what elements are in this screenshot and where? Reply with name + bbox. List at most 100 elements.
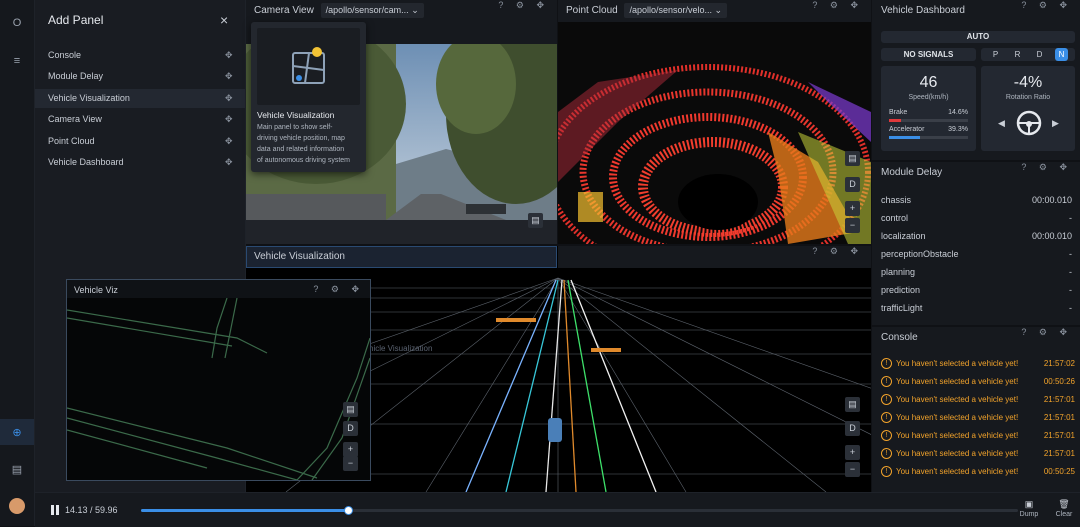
accelerator-track: [889, 136, 968, 139]
warning-icon: !: [881, 376, 892, 388]
module-delay-tools[interactable]: ? ⚙ ✥: [1021, 162, 1072, 173]
playback-bar: 14.13 / 59.96 ▣ Dump 🗑 Clear: [35, 492, 1080, 527]
gear-p: P: [992, 50, 999, 59]
progress-handle[interactable]: [343, 506, 353, 515]
steering-wheel-icon: [1016, 110, 1042, 136]
tooltip-preview-image: [257, 28, 360, 105]
records-icon[interactable]: ▤: [0, 456, 34, 482]
panel-item-vehicle-visualization[interactable]: Vehicle Visualization ✥: [35, 89, 245, 108]
camera-channel-value: /apollo/sensor/cam...: [325, 4, 409, 15]
console-time: 00:50:25: [1043, 467, 1075, 476]
vehicle-visualization-tools[interactable]: ? ⚙ ✥: [812, 246, 863, 257]
module-delay-title: Module Delay: [881, 167, 943, 178]
panel-item-point-cloud[interactable]: Point Cloud ✥: [35, 132, 245, 151]
move-icon[interactable]: ✥: [225, 132, 233, 151]
document-icon[interactable]: ≡: [0, 48, 34, 74]
zoom-out-button[interactable]: −: [845, 218, 860, 233]
console-time: 00:50:26: [1043, 377, 1075, 386]
accelerator-label: Accelerator: [889, 126, 925, 133]
panel-item-camera-view[interactable]: Camera View ✥: [35, 110, 245, 129]
add-panel-title: Add Panel: [48, 13, 104, 27]
dump-icon[interactable]: ▣: [1020, 499, 1038, 510]
module-delay-row: chassis 00:00.010: [881, 191, 1072, 209]
move-icon[interactable]: ✥: [225, 67, 233, 86]
avatar[interactable]: [9, 498, 25, 514]
move-icon[interactable]: ✥: [225, 46, 233, 65]
move-icon[interactable]: ✥: [225, 89, 233, 108]
vehicle-viz-floating-panel[interactable]: Vehicle Viz ? ⚙ ✥ ▤ D + −: [66, 279, 371, 481]
point-cloud-panel: Point Cloud /apollo/sensor/velo... ⌄ ? ⚙…: [558, 0, 871, 244]
console-time: 21:57:01: [1043, 395, 1075, 404]
arrow-right-icon: ▶: [1052, 118, 1059, 128]
speed-value: 46: [919, 74, 938, 91]
console-message: You haven't selected a vehicle yet!: [896, 431, 1019, 440]
profile-icon[interactable]: O: [0, 10, 34, 36]
camera-expand-icon[interactable]: ▤: [528, 213, 543, 228]
panel-item-module-delay[interactable]: Module Delay ✥: [35, 67, 245, 86]
console-row: ! You haven't selected a vehicle yet! 21:5…: [881, 409, 1075, 427]
module-name: chassis: [881, 195, 912, 205]
left-sidebar: O ≡ ⊕ ▤: [0, 0, 35, 526]
move-icon[interactable]: ✥: [225, 153, 233, 172]
panel-item-label: Vehicle Visualization: [48, 93, 130, 103]
console-row: ! You haven't selected a vehicle yet! 21:5…: [881, 427, 1075, 445]
vehicle-viz-tools[interactable]: ? ⚙ ✥: [313, 284, 364, 295]
point-cloud-panel-tools[interactable]: ? ⚙ ✥: [812, 0, 863, 11]
camera-panel-tools[interactable]: ? ⚙ ✥: [498, 0, 549, 11]
module-delay-value: -: [1069, 213, 1072, 223]
module-delay-value: 00:00.010: [1031, 231, 1072, 241]
console-message: You haven't selected a vehicle yet!: [896, 359, 1019, 368]
console-row: ! You haven't selected a vehicle yet! 00:5…: [881, 373, 1075, 391]
close-icon[interactable]: ×: [220, 12, 228, 28]
vehicle-visualization-view-icon[interactable]: ▤: [845, 397, 860, 412]
add-panel-icon[interactable]: ⊕: [0, 419, 34, 445]
vehicle-visualization-title: Vehicle Visualization: [254, 251, 345, 262]
camera-channel-select[interactable]: /apollo/sensor/cam... ⌄: [320, 2, 424, 18]
console-row: ! You haven't selected a vehicle yet! 21:5…: [881, 445, 1075, 463]
clear-label[interactable]: Clear: [1050, 511, 1078, 518]
dump-label[interactable]: Dump: [1015, 511, 1043, 518]
point-cloud-channel-select[interactable]: /apollo/sensor/velo... ⌄: [624, 2, 728, 18]
panel-item-console[interactable]: Console ✥: [35, 46, 245, 65]
zoom-out-button[interactable]: −: [845, 462, 860, 477]
move-icon[interactable]: ✥: [225, 110, 233, 129]
point-cloud-canvas: [558, 22, 871, 244]
console-message: You haven't selected a vehicle yet!: [896, 467, 1019, 476]
tooltip-description: Main panel to show self- driving vehicle…: [257, 124, 350, 164]
brake-value: 14.6%: [948, 109, 968, 116]
progress-track[interactable]: [141, 506, 1018, 515]
console-time: 21:57:01: [1043, 413, 1075, 422]
vehicle-viz-d-button[interactable]: D: [343, 421, 358, 436]
vehicle-viz-view-icon[interactable]: ▤: [343, 402, 358, 417]
module-delay-value: -: [1069, 303, 1072, 313]
module-delay-row: perceptionObstacle -: [881, 245, 1072, 263]
point-cloud-view-icon[interactable]: ▤: [845, 151, 860, 166]
panel-item-label: Vehicle Dashboard: [48, 157, 124, 167]
warning-icon: !: [881, 358, 892, 370]
pause-icon[interactable]: [51, 505, 59, 515]
module-delay-row: control -: [881, 209, 1072, 227]
console-tools[interactable]: ? ⚙ ✥: [1021, 327, 1072, 338]
chevron-down-icon: ⌄: [411, 4, 419, 15]
vehicle-dashboard-panel: Vehicle Dashboard ? ⚙ ✥ AUTO NO SIGNALS …: [872, 0, 1080, 160]
warning-icon: !: [881, 394, 892, 406]
zoom-out-button[interactable]: −: [343, 456, 358, 471]
vehicle-visualization-tooltip: Vehicle Visualization Main panel to show…: [251, 22, 366, 172]
dashboard-tools[interactable]: ? ⚙ ✥: [1021, 0, 1072, 11]
panel-item-label: Point Cloud: [48, 136, 95, 146]
zoom-in-button[interactable]: +: [845, 445, 860, 460]
trash-icon[interactable]: 🗑: [1055, 499, 1073, 510]
point-cloud-title: Point Cloud: [566, 5, 618, 16]
module-name: perceptionObstacle: [881, 249, 959, 259]
console-row: ! You haven't selected a vehicle yet! 21:5…: [881, 355, 1075, 373]
zoom-in-button[interactable]: +: [845, 201, 860, 216]
panel-item-label: Camera View: [48, 114, 102, 124]
panel-item-vehicle-dashboard[interactable]: Vehicle Dashboard ✥: [35, 153, 245, 172]
warning-icon: !: [881, 466, 892, 478]
rotation-label: Rotation Ratio: [1005, 94, 1051, 101]
zoom-in-button[interactable]: +: [343, 442, 358, 457]
speed-unit-label: Speed(km/h): [908, 94, 949, 101]
panel-item-label: Module Delay: [48, 71, 104, 81]
point-cloud-d-button[interactable]: D: [845, 177, 860, 192]
vehicle-visualization-d-button[interactable]: D: [845, 421, 860, 436]
